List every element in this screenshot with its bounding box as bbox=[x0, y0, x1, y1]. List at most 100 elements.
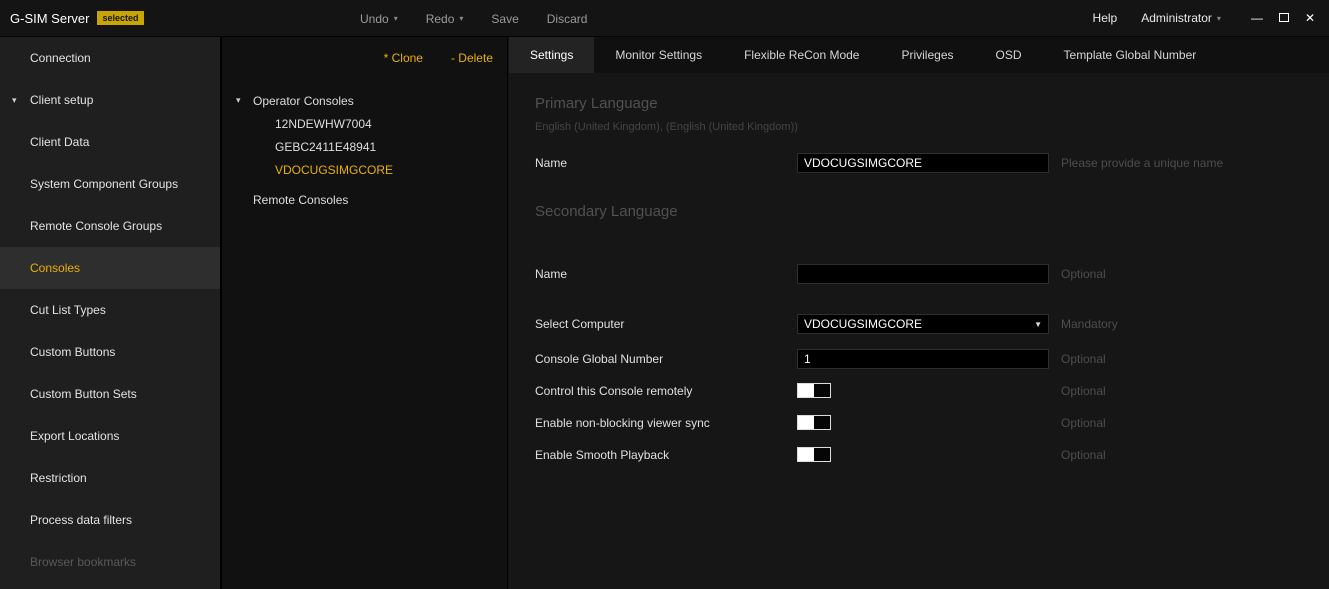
discard-label: Discard bbox=[547, 12, 588, 26]
sidebar-item-label: Consoles bbox=[30, 261, 80, 275]
minimize-icon[interactable]: — bbox=[1251, 12, 1263, 24]
discard-button[interactable]: Discard bbox=[547, 12, 588, 26]
form-row-secondary-name: Name Optional bbox=[535, 264, 1329, 284]
tab-monitor-settings[interactable]: Monitor Settings bbox=[594, 37, 723, 73]
toggle-knob bbox=[798, 384, 814, 397]
field-hint: Optional bbox=[1061, 384, 1106, 398]
sidebar-item-label: Custom Buttons bbox=[30, 345, 115, 359]
user-label: Administrator bbox=[1141, 11, 1212, 25]
sidebar-item-label: Connection bbox=[30, 51, 91, 65]
field-hint: Optional bbox=[1061, 352, 1106, 366]
console-tree: ▾ Operator Consoles 12NDEWHW7004 GEBC241… bbox=[222, 89, 507, 211]
delete-button[interactable]: - Delete bbox=[451, 51, 493, 65]
toggle-knob bbox=[798, 448, 814, 461]
name-label: Name bbox=[535, 267, 797, 281]
chevron-down-icon: ▾ bbox=[394, 14, 398, 23]
help-menu[interactable]: Help bbox=[1093, 11, 1118, 25]
tree-item-operator-consoles[interactable]: ▾ Operator Consoles bbox=[222, 89, 507, 112]
app-window: G-SIM Server selected Undo ▾ Redo ▾ Save… bbox=[0, 0, 1329, 589]
tree-item-console[interactable]: GEBC2411E48941 bbox=[222, 135, 507, 158]
console-global-number-label: Console Global Number bbox=[535, 352, 797, 366]
smooth-playback-toggle[interactable] bbox=[797, 447, 831, 462]
tree-actions: * Clone - Delete bbox=[222, 37, 507, 65]
sidebar-item-label: Custom Button Sets bbox=[30, 387, 137, 401]
titlebar: G-SIM Server selected Undo ▾ Redo ▾ Save… bbox=[0, 0, 1329, 37]
save-button[interactable]: Save bbox=[491, 12, 518, 26]
form-row-primary-name: Name Please provide a unique name bbox=[535, 153, 1329, 173]
sidebar-item-client-setup[interactable]: ▾ Client setup bbox=[0, 79, 220, 121]
app-title: G-SIM Server bbox=[10, 11, 89, 26]
tree-item-console[interactable]: 12NDEWHW7004 bbox=[222, 112, 507, 135]
save-label: Save bbox=[491, 12, 518, 26]
tab-privileges[interactable]: Privileges bbox=[880, 37, 974, 73]
undo-menu[interactable]: Undo ▾ bbox=[360, 12, 398, 26]
form-row-console-global-number: Console Global Number Optional bbox=[535, 349, 1329, 369]
smooth-playback-label: Enable Smooth Playback bbox=[535, 448, 797, 462]
toggle-knob bbox=[798, 416, 814, 429]
sidebar-item-label: Remote Console Groups bbox=[30, 219, 162, 233]
sidebar-item-browser-bookmarks[interactable]: Browser bookmarks bbox=[0, 541, 220, 583]
toggle-cell bbox=[797, 383, 1049, 398]
tab-flexible-recon-mode[interactable]: Flexible ReCon Mode bbox=[723, 37, 880, 73]
viewer-sync-toggle[interactable] bbox=[797, 415, 831, 430]
form-row-control-remotely: Control this Console remotely Optional bbox=[535, 383, 1329, 398]
tree-item-remote-consoles[interactable]: Remote Consoles bbox=[222, 188, 507, 211]
field-hint: Please provide a unique name bbox=[1061, 156, 1223, 170]
select-computer-value: VDOCUGSIMGCORE bbox=[804, 317, 922, 331]
tab-template-global-number[interactable]: Template Global Number bbox=[1043, 37, 1218, 73]
redo-label: Redo bbox=[426, 12, 455, 26]
sidebar-item-label: Client Data bbox=[30, 135, 89, 149]
main-menu: Undo ▾ Redo ▾ Save Discard bbox=[360, 0, 587, 37]
undo-label: Undo bbox=[360, 12, 389, 26]
tree-item-label: 12NDEWHW7004 bbox=[275, 117, 372, 131]
select-computer-label: Select Computer bbox=[535, 317, 797, 331]
selected-badge: selected bbox=[97, 11, 143, 25]
primary-name-input[interactable] bbox=[797, 153, 1049, 173]
primary-language-subtitle: English (United Kingdom), (English (Unit… bbox=[535, 121, 1329, 133]
sidebar-item-label: System Component Groups bbox=[30, 177, 178, 191]
field-hint: Mandatory bbox=[1061, 317, 1118, 331]
sidebar-item-connection[interactable]: Connection bbox=[0, 37, 220, 79]
close-icon[interactable]: ✕ bbox=[1305, 12, 1315, 24]
tree-item-label: Operator Consoles bbox=[253, 94, 354, 108]
sidebar: Connection ▾ Client setup Client Data Sy… bbox=[0, 37, 220, 589]
maximize-icon[interactable] bbox=[1279, 12, 1289, 24]
sidebar-item-process-data-filters[interactable]: Process data filters bbox=[0, 499, 220, 541]
control-remotely-label: Control this Console remotely bbox=[535, 384, 797, 398]
secondary-language-heading: Secondary Language bbox=[535, 203, 1329, 220]
name-label: Name bbox=[535, 156, 797, 170]
sidebar-item-label: Process data filters bbox=[30, 513, 132, 527]
sidebar-item-export-locations[interactable]: Export Locations bbox=[0, 415, 220, 457]
field-hint: Optional bbox=[1061, 448, 1106, 462]
toggle-cell bbox=[797, 447, 1049, 462]
chevron-down-icon: ▾ bbox=[236, 95, 241, 106]
control-remotely-toggle[interactable] bbox=[797, 383, 831, 398]
sidebar-item-custom-button-sets[interactable]: Custom Button Sets bbox=[0, 373, 220, 415]
sidebar-item-custom-buttons[interactable]: Custom Buttons bbox=[0, 331, 220, 373]
sidebar-item-cut-list-types[interactable]: Cut List Types bbox=[0, 289, 220, 331]
tree-item-console-selected[interactable]: VDOCUGSIMGCORE bbox=[222, 158, 507, 181]
tab-osd[interactable]: OSD bbox=[975, 37, 1043, 73]
sidebar-item-consoles[interactable]: Consoles bbox=[0, 247, 220, 289]
select-computer-dropdown[interactable]: VDOCUGSIMGCORE ▼ bbox=[797, 314, 1049, 334]
clone-button[interactable]: * Clone bbox=[384, 51, 423, 65]
viewer-sync-label: Enable non-blocking viewer sync bbox=[535, 416, 797, 430]
sidebar-item-restriction[interactable]: Restriction bbox=[0, 457, 220, 499]
user-menu[interactable]: Administrator ▾ bbox=[1141, 11, 1221, 25]
sidebar-item-system-component-groups[interactable]: System Component Groups bbox=[0, 163, 220, 205]
tree-item-label: VDOCUGSIMGCORE bbox=[275, 163, 393, 177]
console-global-number-input[interactable] bbox=[797, 349, 1049, 369]
tab-settings[interactable]: Settings bbox=[509, 37, 594, 73]
sidebar-item-label: Restriction bbox=[30, 471, 87, 485]
tree-item-label: GEBC2411E48941 bbox=[275, 140, 376, 154]
chevron-down-icon: ▼ bbox=[1034, 320, 1042, 329]
chevron-down-icon: ▾ bbox=[459, 14, 463, 23]
redo-menu[interactable]: Redo ▾ bbox=[426, 12, 464, 26]
sidebar-item-label: Browser bookmarks bbox=[30, 555, 136, 569]
sidebar-item-remote-console-groups[interactable]: Remote Console Groups bbox=[0, 205, 220, 247]
secondary-name-input[interactable] bbox=[797, 264, 1049, 284]
settings-form: Primary Language English (United Kingdom… bbox=[509, 95, 1329, 462]
form-row-viewer-sync: Enable non-blocking viewer sync Optional bbox=[535, 415, 1329, 430]
sidebar-item-label: Client setup bbox=[30, 93, 93, 107]
sidebar-item-client-data[interactable]: Client Data bbox=[0, 121, 220, 163]
